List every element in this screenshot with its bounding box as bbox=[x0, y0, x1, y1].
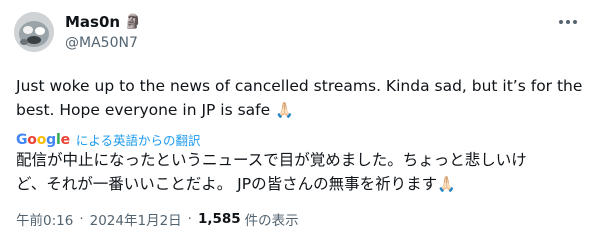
translated-line: ど、それが一番いいことだよ。 JPの皆さんの無事を祈ります bbox=[16, 175, 438, 193]
post-date[interactable]: 2024年1月2日 bbox=[90, 209, 182, 229]
more-dot bbox=[559, 20, 563, 24]
translation-label-link[interactable]: による英語からの翻訳 bbox=[76, 130, 201, 149]
avatar-image bbox=[14, 12, 54, 52]
moai-emoji-icon: 🗿 bbox=[124, 14, 142, 30]
avatar[interactable] bbox=[14, 12, 54, 52]
meta-separator: · bbox=[79, 211, 84, 227]
post-text-line: Just woke up to the news of cancelled st… bbox=[16, 77, 583, 95]
post-text-line: best. Hope everyone in JP is safe bbox=[16, 101, 271, 119]
author-name-row: Mas0n 🗿 bbox=[65, 12, 142, 32]
translated-line-2: ど、それが一番いいことだよ。 JPの皆さんの無事を祈ります🙏🏻 bbox=[16, 172, 588, 196]
more-dot bbox=[573, 20, 577, 24]
more-dot bbox=[566, 20, 570, 24]
praying-hands-emoji-icon: 🙏🏻 bbox=[437, 175, 456, 193]
display-name[interactable]: Mas0n bbox=[65, 13, 120, 31]
views-count: 1,585 bbox=[197, 211, 241, 227]
google-logo-letter: o bbox=[36, 131, 47, 148]
post-text-line-2: best. Hope everyone in JP is safe 🙏🏻 bbox=[16, 98, 586, 122]
translated-text: 配信が中止になったというニュースで目が覚めました。ちょっと悲しいけ ど、それが一… bbox=[16, 148, 588, 196]
meta-separator: · bbox=[187, 211, 192, 227]
translated-line: 配信が中止になったというニュースで目が覚めました。ちょっと悲しいけ bbox=[16, 151, 527, 169]
google-logo-letter: o bbox=[27, 131, 37, 148]
translation-attribution: Google による英語からの翻訳 bbox=[16, 130, 201, 149]
author-handle[interactable]: @MA50N7 bbox=[65, 35, 138, 51]
google-logo-letter: e bbox=[60, 131, 71, 148]
tweet-meta: 午前0:16 · 2024年1月2日 · 1,585 件の表示 bbox=[16, 209, 299, 229]
tweet-card: Mas0n 🗿 @MA50N7 Just woke up to the news… bbox=[0, 0, 600, 248]
more-options-icon[interactable] bbox=[554, 10, 582, 34]
google-logo-letter: G bbox=[16, 131, 28, 148]
post-time[interactable]: 午前0:16 bbox=[16, 209, 73, 229]
praying-hands-emoji-icon: 🙏🏻 bbox=[275, 101, 294, 119]
views-label: 件の表示 bbox=[244, 213, 299, 229]
google-logo: Google bbox=[16, 132, 70, 148]
google-logo-letter: g bbox=[46, 131, 56, 148]
post-text: Just woke up to the news of cancelled st… bbox=[16, 74, 586, 122]
